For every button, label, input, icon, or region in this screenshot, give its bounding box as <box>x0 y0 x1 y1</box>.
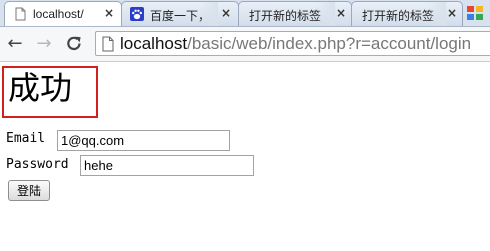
tab-localhost[interactable]: localhost/ × <box>4 1 122 26</box>
tab-new-1[interactable]: 打开新的标签 × <box>238 1 352 26</box>
tab-new-2[interactable]: 打开新的标签 × <box>351 1 463 26</box>
address-bar[interactable]: localhost/basic/web/index.php?r=account/… <box>95 31 490 56</box>
apps-icon[interactable] <box>466 5 484 21</box>
close-icon[interactable]: × <box>445 6 459 20</box>
tab-title: localhost/ <box>33 7 84 21</box>
url-path: /basic/web/index.php?r=account/login <box>187 34 472 53</box>
url-host: localhost <box>120 34 188 53</box>
page-icon <box>15 7 26 21</box>
tab-fade <box>317 2 335 26</box>
close-icon[interactable]: × <box>219 6 233 20</box>
back-arrow-icon[interactable]: ← <box>5 34 25 54</box>
close-icon[interactable]: × <box>334 6 348 20</box>
password-label: Password <box>6 157 69 172</box>
tab-strip: localhost/ × 百度一下， × 打开新的标签 × 打开新的标签 × <box>0 0 490 27</box>
reload-icon[interactable] <box>64 34 84 54</box>
url-text: localhost/basic/web/index.php?r=account/… <box>120 34 471 54</box>
browser-toolbar: ← → localhost/basic/web/index.php?r=acco… <box>0 27 490 62</box>
tab-fade <box>428 2 446 26</box>
email-field[interactable] <box>57 130 230 151</box>
page-icon <box>102 36 114 52</box>
tab-baidu[interactable]: 百度一下， × <box>121 1 239 26</box>
close-icon[interactable]: × <box>102 6 116 20</box>
forward-arrow-icon[interactable]: → <box>34 34 54 54</box>
email-label: Email <box>6 131 46 146</box>
baidu-paw-icon <box>130 7 144 21</box>
password-field[interactable] <box>80 155 254 176</box>
tab-fade <box>200 2 218 26</box>
login-button[interactable]: 登陆 <box>8 180 50 201</box>
page-heading: 成功 <box>8 69 73 107</box>
